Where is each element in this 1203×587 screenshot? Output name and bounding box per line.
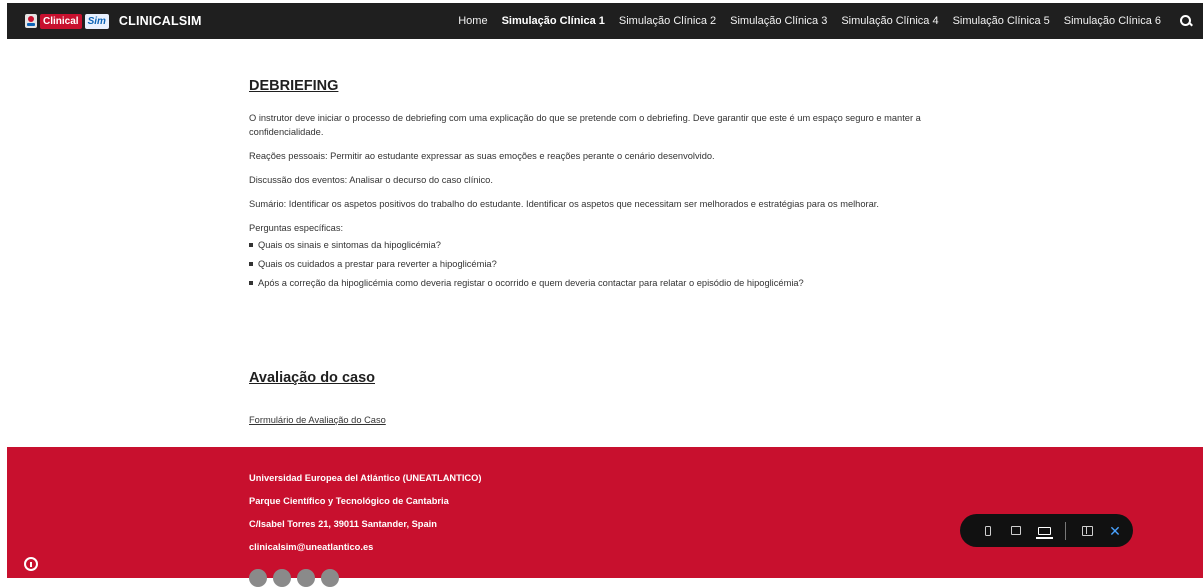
- evaluation-form-link[interactable]: Formulário de Avaliação do Caso: [249, 415, 386, 425]
- debriefing-section: DEBRIEFING O instrutor deve iniciar o pr…: [249, 78, 979, 295]
- site-header: Clinical Sim CLINICALSIM Home Simulação …: [7, 3, 1203, 39]
- desktop-view-button[interactable]: [1033, 520, 1055, 542]
- site-brand[interactable]: CLINICALSIM: [119, 14, 202, 28]
- nav-simulacao-1[interactable]: Simulação Clínica 1: [502, 15, 605, 27]
- twitter-icon[interactable]: [249, 569, 267, 587]
- debriefing-reactions: Reações pessoais: Permitir ao estudante …: [249, 151, 715, 161]
- nav-simulacao-5[interactable]: Simulação Clínica 5: [953, 15, 1050, 27]
- list-item: Após a correção da hipoglicémia como dev…: [249, 276, 979, 290]
- tablet-icon: [1011, 526, 1021, 535]
- site-logo[interactable]: Clinical Sim: [25, 11, 109, 31]
- instagram-icon[interactable]: [321, 569, 339, 587]
- list-item: Quais os sinais e sintomas da hipoglicém…: [249, 238, 979, 252]
- debriefing-intro: O instrutor deve iniciar o processo de d…: [249, 113, 921, 137]
- footer-email[interactable]: clinicalsim@uneatlantico.es: [249, 541, 481, 553]
- debriefing-summary: Sumário: Identificar os aspetos positivo…: [249, 199, 879, 209]
- youtube-icon[interactable]: [297, 569, 315, 587]
- debriefing-discussion: Discussão dos eventos: Analisar o decurs…: [249, 175, 493, 185]
- mobile-icon: [985, 525, 991, 536]
- footer-university: Universidad Europea del Atlántico (UNEAT…: [249, 473, 482, 483]
- nav-home[interactable]: Home: [458, 15, 487, 27]
- responsive-preview-bar: ✕: [960, 514, 1133, 547]
- search-icon[interactable]: [1179, 14, 1193, 28]
- debriefing-title: DEBRIEFING: [249, 78, 339, 94]
- nav-simulacao-6[interactable]: Simulação Clínica 6: [1064, 15, 1161, 27]
- desktop-icon: [1035, 526, 1053, 539]
- site-footer: Universidad Europea del Atlántico (UNEAT…: [7, 447, 1203, 587]
- info-icon[interactable]: [24, 557, 38, 571]
- logo-icon: [25, 14, 37, 28]
- questions-list: Quais os sinais e sintomas da hipoglicém…: [249, 238, 979, 290]
- tablet-view-button[interactable]: [1005, 520, 1027, 542]
- nav-simulacao-2[interactable]: Simulação Clínica 2: [619, 15, 716, 27]
- logo-text-sim: Sim: [84, 13, 109, 29]
- evaluation-section: Avaliação do caso Formulário de Avaliaçã…: [249, 370, 386, 428]
- nav-simulacao-3[interactable]: Simulação Clínica 3: [730, 15, 827, 27]
- divider: [1065, 521, 1066, 540]
- footer-address: C/Isabel Torres 21, 39011 Santander, Spa…: [249, 519, 437, 529]
- feedback-button[interactable]: [1076, 520, 1098, 542]
- footer-contact: Universidad Europea del Atlántico (UNEAT…: [249, 472, 481, 564]
- evaluation-title: Avaliação do caso: [249, 370, 375, 386]
- footer-park: Parque Científico y Tecnológico de Canta…: [249, 496, 449, 506]
- main-nav: Home Simulação Clínica 1 Simulação Clíni…: [458, 14, 1203, 28]
- close-icon: ✕: [1109, 522, 1121, 539]
- mobile-view-button[interactable]: [977, 520, 999, 542]
- close-preview-button[interactable]: ✕: [1104, 520, 1126, 542]
- feedback-icon: [1081, 525, 1093, 536]
- list-item: Quais os cuidados a prestar para reverte…: [249, 257, 979, 271]
- nav-simulacao-4[interactable]: Simulação Clínica 4: [841, 15, 938, 27]
- facebook-icon[interactable]: [273, 569, 291, 587]
- logo-text-clinical: Clinical: [40, 13, 82, 29]
- social-links: [249, 569, 339, 587]
- questions-intro: Perguntas específicas:: [249, 223, 344, 233]
